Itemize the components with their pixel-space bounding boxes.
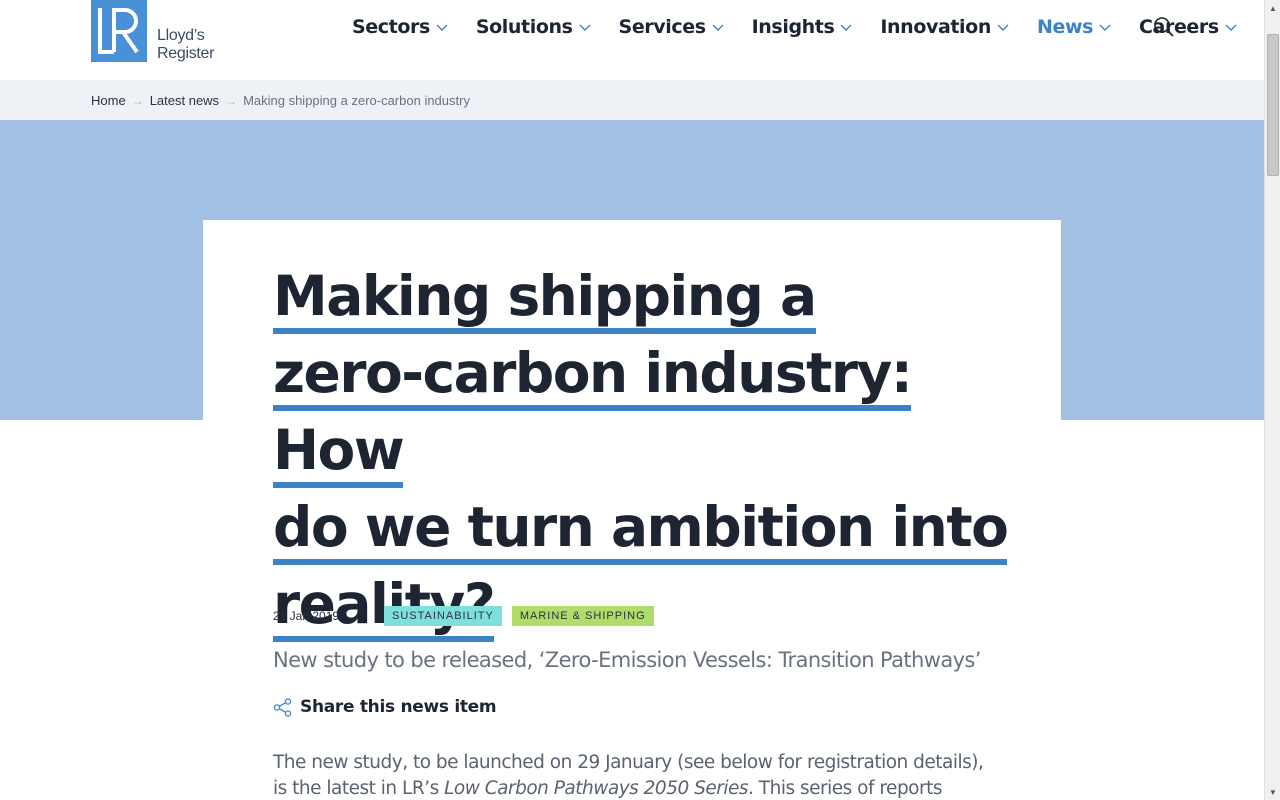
title-line-1[interactable]: Making shipping a: [273, 264, 817, 334]
article-meta: 21 Jan 2019 SUSTAINABILITY MARINE & SHIP…: [273, 606, 664, 626]
vertical-scrollbar[interactable]: ▲ ▼: [1264, 0, 1280, 800]
arrow-right-icon: →: [131, 93, 144, 108]
nav-label: News: [1036, 16, 1094, 38]
article-subtitle: New study to be released, ‘Zero-Emission…: [273, 648, 981, 672]
chevron-down-icon: [1225, 24, 1237, 31]
nav-label: Insights: [751, 16, 835, 38]
nav-label: Careers: [1139, 16, 1219, 38]
lloyds-register-logo[interactable]: Lloyd’s Register: [91, 0, 214, 63]
nav-item-insights[interactable]: Insights: [752, 16, 853, 38]
scrollbar-thumb[interactable]: [1267, 34, 1279, 176]
lr-logo-mark: [91, 0, 147, 62]
scroll-up-icon[interactable]: ▲: [1265, 0, 1280, 16]
page-title: Making shipping a zero-carbon industry: …: [273, 258, 1013, 643]
breadcrumb-bar: Home → Latest news → Making shipping a z…: [0, 80, 1264, 120]
chevron-down-icon: [1099, 24, 1111, 31]
breadcrumb-latest-news[interactable]: Latest news: [150, 93, 219, 108]
chevron-down-icon: [997, 24, 1009, 31]
nav-label: Services: [618, 16, 707, 38]
logo-line-2: Register: [157, 45, 215, 62]
chevron-down-icon: [436, 24, 448, 31]
title-line-3[interactable]: do we turn ambition into: [273, 495, 1009, 565]
logo-line-1: Lloyd’s: [157, 27, 205, 44]
tag-marine-shipping[interactable]: MARINE & SHIPPING: [511, 606, 654, 626]
breadcrumb-current: Making shipping a zero-carbon industry: [243, 93, 470, 108]
main-nav: Sectors Solutions Services Insights Inno…: [352, 16, 1265, 38]
nav-label: Innovation: [880, 16, 991, 38]
share-icon: [273, 697, 292, 717]
tag-sustainability[interactable]: SUSTAINABILITY: [384, 606, 502, 626]
chevron-down-icon: [840, 24, 852, 31]
nav-item-news[interactable]: News: [1037, 16, 1111, 38]
title-line-2[interactable]: zero-carbon industry: How: [273, 341, 913, 488]
nav-label: Solutions: [475, 16, 573, 38]
logo-wordmark: Lloyd’s Register: [157, 27, 214, 63]
nav-item-solutions[interactable]: Solutions: [476, 16, 591, 38]
share-label: Share this news item: [300, 697, 497, 717]
share-button[interactable]: Share this news item: [273, 697, 497, 717]
site-header: Lloyd’s Register Sectors Solutions Servi…: [0, 0, 1264, 80]
chevron-down-icon: [579, 24, 591, 31]
article-date: 21 Jan 2019: [273, 609, 340, 623]
nav-item-innovation[interactable]: Innovation: [880, 16, 1009, 38]
article-body: The new study, to be launched on 29 Janu…: [273, 750, 993, 800]
search-icon[interactable]: [1153, 16, 1175, 38]
nav-item-services[interactable]: Services: [619, 16, 724, 38]
nav-label: Sectors: [352, 16, 430, 38]
scroll-down-icon[interactable]: ▼: [1265, 784, 1280, 800]
breadcrumb: Home → Latest news → Making shipping a z…: [91, 93, 470, 108]
breadcrumb-home[interactable]: Home: [91, 93, 126, 108]
chevron-down-icon: [712, 24, 724, 31]
body-series-name: Low Carbon Pathways 2050 Series: [444, 778, 749, 799]
arrow-right-icon: →: [225, 93, 238, 108]
nav-item-sectors[interactable]: Sectors: [352, 16, 448, 38]
